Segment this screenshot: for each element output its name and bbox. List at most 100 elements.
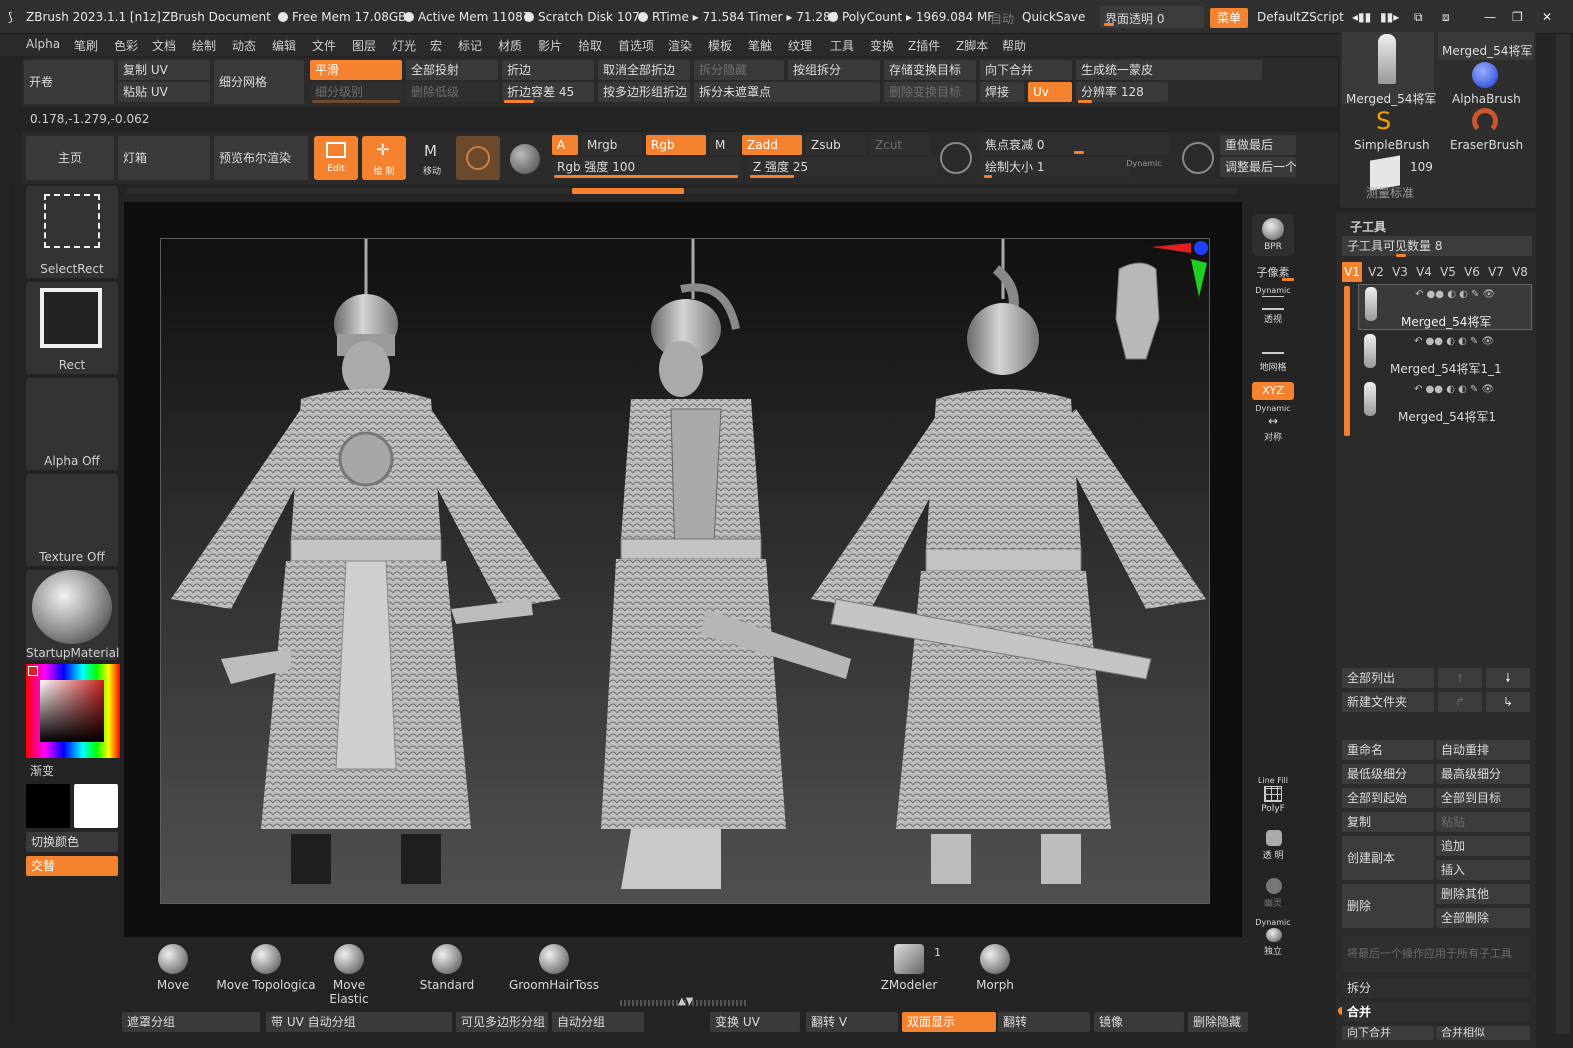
subtool-version-tab-v4[interactable]: V4 — [1414, 262, 1434, 282]
xyz-symmetry-toggle[interactable]: XYZ — [1252, 382, 1294, 400]
subtool-visibility-icons[interactable]: ↶ ●● ◐ ◐ ✎ 👁 — [1415, 289, 1495, 300]
auto-reorder-button[interactable]: 自动重排 — [1436, 740, 1530, 760]
subtool-version-tab-v7[interactable]: V7 — [1486, 262, 1506, 282]
redo-last-button[interactable]: 重做最后 — [1220, 135, 1296, 155]
home-button[interactable]: 主页 — [26, 136, 114, 180]
brush-move[interactable]: Move — [138, 944, 208, 992]
arrow-up-right-icon[interactable]: ↱ — [1438, 692, 1482, 712]
subtool-row[interactable]: ↶ ●● ◐ ◐ ✎ 👁 Merged_54将军1 — [1358, 380, 1532, 426]
color-saturation-square[interactable] — [40, 680, 104, 742]
copy-uv-button[interactable]: 复制 UV — [118, 60, 210, 80]
top-shelf-scrollbar[interactable] — [126, 188, 1238, 194]
select-rect-tool[interactable]: SelectRect — [26, 186, 118, 278]
subtool-visibility-icons[interactable]: ↶ ●● ◐ ◐ ✎ 👁 — [1414, 336, 1494, 347]
m-toggle[interactable]: M — [710, 135, 740, 155]
open-button[interactable]: 开卷 — [24, 60, 114, 104]
merge-section[interactable]: 合并 — [1342, 1002, 1530, 1022]
menu-0[interactable]: Alpha — [26, 37, 60, 51]
subtool-version-tab-v3[interactable]: V3 — [1390, 262, 1410, 282]
menu-9[interactable]: 灯光 — [392, 37, 416, 54]
all-to-target-button[interactable]: 全部到目标 — [1436, 788, 1530, 808]
subtool-row[interactable]: ↶ ●● ◐ ◐ ✎ 👁 Merged_54将军1_1 — [1358, 332, 1532, 378]
perspective-button[interactable]: 透视 — [1254, 294, 1292, 325]
bottom-btn-8[interactable]: 镜像 — [1094, 1012, 1184, 1032]
tool-thumb-eraserbrush[interactable]: EraserBrush — [1438, 108, 1534, 154]
rgb-intensity-slider[interactable]: Rgb 强度 100 — [552, 157, 742, 177]
bottom-btn-2[interactable]: 可见多边形分组 — [456, 1012, 548, 1032]
menu-14[interactable]: 拾取 — [578, 37, 602, 54]
subtool-version-tab-v1[interactable]: V1 — [1342, 262, 1362, 282]
shelf-toggle-icon[interactable]: ▲▼ — [678, 996, 693, 1007]
copy-button[interactable]: 复制 — [1342, 812, 1434, 832]
delete-all-button[interactable]: 全部删除 — [1436, 908, 1530, 928]
menu-2[interactable]: 色彩 — [114, 37, 138, 54]
bottom-btn-6[interactable]: 双面显示 — [902, 1012, 996, 1032]
quicksave-button[interactable]: QuickSave — [1022, 10, 1085, 24]
unified-skin-button[interactable]: 生成统一蒙皮 — [1076, 60, 1262, 80]
rotate-mode-icon[interactable] — [510, 144, 540, 174]
move-mode-button[interactable]: M 移动 — [410, 136, 454, 180]
top-shelf-scroll-thumb[interactable] — [572, 188, 684, 194]
split-unmasked-button[interactable]: 拆分未遮罩点 — [694, 82, 880, 102]
subtool-version-tab-v6[interactable]: V6 — [1462, 262, 1482, 282]
subtool-version-tab-v8[interactable]: V8 — [1510, 262, 1530, 282]
menu-10[interactable]: 宏 — [430, 37, 442, 54]
project-all-button[interactable]: 全部投射 — [406, 60, 498, 80]
delete-lower-button[interactable]: 删除低级 — [406, 82, 498, 102]
interface-transparency-slider[interactable]: 界面透明 0 — [1100, 6, 1204, 28]
move-down-icon[interactable]: 🠗 — [1486, 668, 1530, 688]
switch-color-button[interactable]: 切换颜色 — [26, 832, 118, 852]
window-layout-icon[interactable]: ⧈ — [1442, 10, 1450, 25]
move-up-icon[interactable]: 🠕 — [1438, 668, 1482, 688]
brush-standard[interactable]: Standard — [412, 944, 482, 992]
paste-uv-button[interactable]: 粘贴 UV — [118, 82, 210, 102]
uv-toggle[interactable]: Uv — [1028, 82, 1072, 102]
menu-6[interactable]: 编辑 — [272, 37, 296, 54]
zadd-toggle[interactable]: Zadd — [742, 135, 802, 155]
menu-23[interactable]: Z脚本 — [956, 37, 988, 54]
subtool-version-tab-v5[interactable]: V5 — [1438, 262, 1458, 282]
highest-res-button[interactable]: 最高级细分 — [1436, 764, 1530, 784]
a-toggle[interactable]: A — [552, 135, 578, 155]
groups-split-button[interactable]: 按组拆分 — [788, 60, 880, 80]
menu-3[interactable]: 文档 — [152, 37, 176, 54]
bottom-btn-1[interactable]: 带 UV 自动分组 — [266, 1012, 452, 1032]
bottom-btn-3[interactable]: 自动分组 — [552, 1012, 644, 1032]
menu-4[interactable]: 绘制 — [192, 37, 216, 54]
polyframe-button[interactable]: PolyF — [1254, 786, 1292, 816]
rect-tool[interactable]: Rect — [26, 282, 118, 374]
menus-toggle-button[interactable]: 菜单 — [1210, 8, 1248, 28]
bottom-btn-5[interactable]: 翻转 V — [806, 1012, 898, 1032]
insert-button[interactable]: 插入 — [1436, 860, 1530, 880]
layout-prev-icon[interactable]: ◂▮▮ — [1352, 10, 1371, 24]
menu-16[interactable]: 渲染 — [668, 37, 692, 54]
brush-morph[interactable]: Morph — [960, 944, 1030, 992]
smooth-toggle[interactable]: 平滑 — [310, 60, 402, 80]
brush-move-elastic[interactable]: Move Elastic — [314, 944, 384, 1006]
z-intensity-slider[interactable]: Z 强度 25 — [748, 157, 938, 177]
arrow-down-right-icon[interactable]: ↳ — [1486, 692, 1530, 712]
menu-21[interactable]: 变换 — [870, 37, 894, 54]
menu-17[interactable]: 模板 — [708, 37, 732, 54]
menu-13[interactable]: 影片 — [538, 37, 562, 54]
delete-button[interactable]: 删除 — [1342, 884, 1434, 928]
weld-button[interactable]: 焊接 — [980, 82, 1024, 102]
merge-down-button[interactable]: 向下合并 — [980, 60, 1072, 80]
edit-mode-button[interactable]: Edit — [314, 136, 358, 180]
default-zscript-button[interactable]: DefaultZScript — [1257, 10, 1344, 24]
rgb-toggle[interactable]: Rgb — [646, 135, 706, 155]
swap-layout-icon[interactable]: ⧉ — [1414, 10, 1423, 25]
uncrease-all-button[interactable]: 取消全部折边 — [598, 60, 690, 80]
subdivide-button[interactable]: 细分网格 — [214, 60, 304, 104]
draw-size-slider[interactable]: 绘制大小 1 — [980, 157, 1130, 177]
menu-22[interactable]: Z插件 — [908, 37, 940, 54]
rename-button[interactable]: 重命名 — [1342, 740, 1434, 760]
crease-tolerance-slider[interactable]: 折边容差 45 — [502, 82, 594, 102]
resolution-slider[interactable]: 分辨率 128 — [1076, 82, 1168, 102]
solo-button[interactable]: 独立 — [1254, 928, 1292, 958]
scale-mode-button[interactable] — [456, 136, 500, 180]
tool-thumb-measure[interactable]: 109 测量标准 — [1342, 155, 1434, 202]
brush-zmodeler[interactable]: ZModeler 1 — [864, 944, 954, 992]
brush-move-topologica[interactable]: Move Topologica — [216, 944, 316, 992]
merge-down-subtool-button[interactable]: 向下合并 — [1342, 1026, 1434, 1040]
